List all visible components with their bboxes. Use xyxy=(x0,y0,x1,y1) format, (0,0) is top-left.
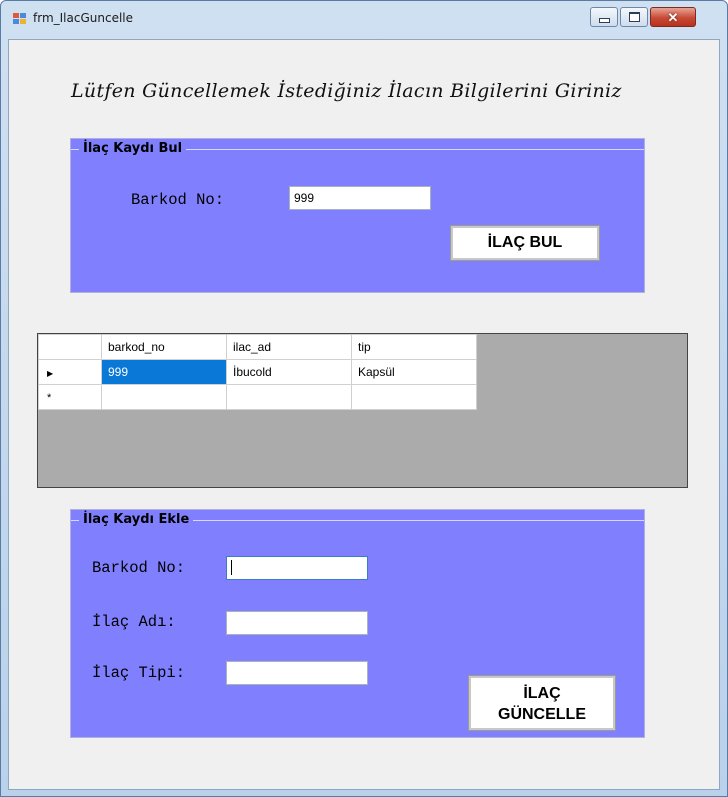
maximize-icon xyxy=(628,12,640,22)
page-heading: Lütfen Güncellemek İstediğiniz İlacın Bi… xyxy=(71,80,622,102)
new-row-icon: * xyxy=(47,392,52,404)
cell-ilac-ad[interactable] xyxy=(226,384,352,410)
title-bar[interactable]: frm_IlacGuncelle ✕ xyxy=(1,1,727,39)
row-header[interactable]: ▶ xyxy=(38,359,102,385)
update-button[interactable]: İLAÇ GÜNCELLE xyxy=(468,675,616,731)
close-button[interactable]: ✕ xyxy=(650,7,696,27)
find-group-title: İlaç Kaydı Bul xyxy=(79,141,187,156)
column-header-barkod-no[interactable]: barkod_no xyxy=(101,334,227,360)
maximize-button[interactable] xyxy=(620,7,648,27)
column-header-ilac-ad[interactable]: ilac_ad xyxy=(226,334,352,360)
update-group-title: İlaç Kaydı Ekle xyxy=(79,512,194,527)
form-client-area: Lütfen Güncellemek İstediğiniz İlacın Bi… xyxy=(8,39,720,790)
minimize-button[interactable] xyxy=(590,7,618,27)
update-barkod-label: Barkod No: xyxy=(92,559,186,577)
find-barkod-input[interactable] xyxy=(289,186,431,210)
minimize-icon xyxy=(598,17,610,23)
window-title: frm_IlacGuncelle xyxy=(33,11,134,25)
find-barkod-label: Barkod No: xyxy=(131,191,225,209)
row-header[interactable]: * xyxy=(38,384,102,410)
update-tip-input[interactable] xyxy=(226,661,368,685)
update-ad-input[interactable] xyxy=(226,611,368,635)
app-window: frm_IlacGuncelle ✕ Lütfen Güncellemek İs… xyxy=(0,0,728,797)
cell-tip[interactable]: Kapsül xyxy=(351,359,477,385)
column-header-tip[interactable]: tip xyxy=(351,334,477,360)
update-barkod-input[interactable] xyxy=(226,556,368,580)
update-button-line1: İLAÇ xyxy=(523,685,561,702)
update-ad-label: İlaç Adı: xyxy=(92,613,176,631)
current-row-icon: ▶ xyxy=(47,369,54,378)
cell-barkod-no[interactable]: 999 xyxy=(101,359,227,385)
cell-tip[interactable] xyxy=(351,384,477,410)
update-record-group: İlaç Kaydı Ekle Barkod No: İlaç Adı: İla… xyxy=(70,509,645,738)
grid-header-row: barkod_no ilac_ad tip xyxy=(38,334,477,360)
cell-barkod-no[interactable] xyxy=(101,384,227,410)
update-button-line2: GÜNCELLE xyxy=(498,706,586,723)
find-button[interactable]: İLAÇ BUL xyxy=(450,225,600,261)
cell-ilac-ad[interactable]: İbucold xyxy=(226,359,352,385)
app-icon xyxy=(13,13,27,25)
results-table: barkod_no ilac_ad tip ▶ 999 İbucold Kaps… xyxy=(38,334,477,410)
update-tip-label: İlaç Tipi: xyxy=(92,664,186,682)
table-row[interactable]: ▶ 999 İbucold Kapsül xyxy=(38,359,477,385)
grid-corner-cell[interactable] xyxy=(38,334,102,360)
results-data-grid[interactable]: barkod_no ilac_ad tip ▶ 999 İbucold Kaps… xyxy=(37,333,688,488)
close-icon: ✕ xyxy=(667,9,679,25)
table-row-new[interactable]: * xyxy=(38,384,477,410)
find-record-group: İlaç Kaydı Bul Barkod No: İLAÇ BUL xyxy=(70,138,645,293)
text-caret xyxy=(231,560,232,575)
